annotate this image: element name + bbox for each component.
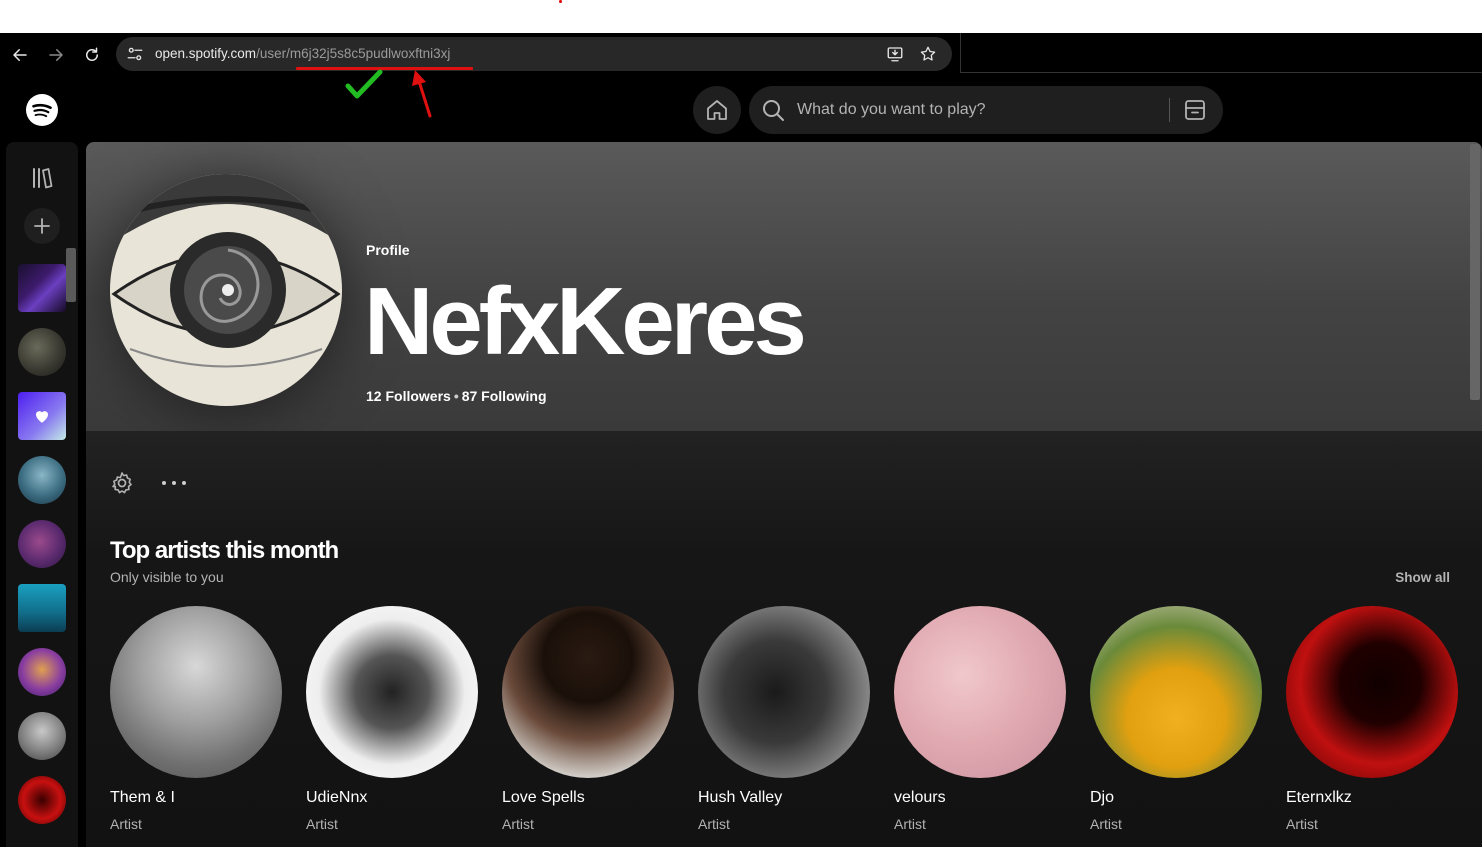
- search-icon: [763, 100, 784, 121]
- artist-card[interactable]: Hush Valley Artist: [698, 606, 874, 846]
- artist-image: [1090, 606, 1262, 778]
- artist-card[interactable]: Love Spells Artist: [502, 606, 678, 846]
- artist-image: [502, 606, 674, 778]
- library-item-artist[interactable]: [18, 712, 66, 760]
- artist-card[interactable]: UdieNnx Artist: [306, 606, 482, 846]
- eye-avatar-image: [110, 174, 342, 406]
- search-bar[interactable]: [749, 86, 1223, 134]
- stats-separator: •: [453, 388, 459, 404]
- artist-image: [110, 606, 282, 778]
- top-artists-row: Them & I Artist UdieNnx Artist Love Spel…: [110, 606, 1482, 846]
- show-all-link[interactable]: Show all: [1395, 570, 1450, 585]
- artist-name[interactable]: Hush Valley: [698, 789, 782, 807]
- green-checkmark-icon: [345, 69, 383, 99]
- library-item-artist[interactable]: [18, 456, 66, 504]
- library-item-artist[interactable]: [18, 328, 66, 376]
- artist-type: Artist: [1090, 816, 1122, 832]
- home-icon: [707, 100, 727, 120]
- main-scrollbar[interactable]: [1470, 144, 1480, 400]
- artist-name[interactable]: UdieNnx: [306, 789, 367, 807]
- address-bar[interactable]: open.spotify.com/user/m6j32j5s8c5pudlwox…: [116, 37, 952, 71]
- artist-type: Artist: [894, 816, 926, 832]
- artist-type: Artist: [1286, 816, 1318, 832]
- search-input[interactable]: [797, 98, 1157, 122]
- artist-card[interactable]: Eternxlkz Artist: [1286, 606, 1462, 846]
- artist-image: [698, 606, 870, 778]
- arrow-right-icon: [49, 49, 63, 61]
- library-icon[interactable]: [30, 166, 54, 190]
- artist-type: Artist: [306, 816, 338, 832]
- create-playlist-button[interactable]: [24, 208, 60, 244]
- artist-image: [1286, 606, 1458, 778]
- follow-stats: 12 Followers • 87 Following: [366, 388, 547, 404]
- heart-icon: [36, 411, 48, 423]
- library-item-liked-songs[interactable]: [18, 392, 66, 440]
- dot: [182, 481, 186, 485]
- artist-name[interactable]: Djo: [1090, 789, 1114, 807]
- followers-link[interactable]: 12 Followers: [366, 388, 451, 404]
- library-sidebar: [6, 142, 78, 847]
- section-title[interactable]: Top artists this month: [110, 537, 339, 565]
- search-divider: [1169, 98, 1170, 122]
- gear-icon[interactable]: [110, 471, 134, 495]
- dot: [162, 481, 166, 485]
- reload-icon: [86, 47, 98, 61]
- section-subtitle: Only visible to you: [110, 569, 224, 585]
- library-item-album[interactable]: [18, 584, 66, 632]
- spotify-logo-icon[interactable]: [26, 94, 58, 126]
- top-strip: [0, 0, 1482, 33]
- artist-name[interactable]: velours: [894, 789, 946, 807]
- artist-type: Artist: [110, 816, 142, 832]
- reload-button[interactable]: [78, 41, 106, 69]
- url-text[interactable]: open.spotify.com/user/m6j32j5s8c5pudlwox…: [155, 46, 450, 61]
- library-item-artist[interactable]: [18, 520, 66, 568]
- red-dot: [559, 0, 562, 3]
- red-arrow-icon: [412, 70, 432, 118]
- profile-content: Top artists this month Only visible to y…: [86, 431, 1482, 847]
- profile-name: NefxKeres: [364, 268, 807, 375]
- following-link[interactable]: 87 Following: [462, 388, 547, 404]
- main-view: Profile NefxKeres 12 Followers • 87 Follow…: [86, 142, 1482, 847]
- sidebar-scrollbar[interactable]: [66, 248, 76, 302]
- artist-card[interactable]: Them & I Artist: [110, 606, 286, 846]
- site-settings-icon[interactable]: [126, 45, 144, 63]
- browse-icon[interactable]: [1183, 98, 1207, 122]
- browser-extension-area: [960, 33, 1482, 73]
- artist-name[interactable]: Eternxlkz: [1286, 789, 1352, 807]
- back-button[interactable]: [6, 41, 34, 69]
- profile-avatar[interactable]: [110, 174, 342, 406]
- red-underline-annotation: [296, 67, 473, 70]
- bookmark-star-icon[interactable]: [919, 45, 937, 63]
- artist-card[interactable]: Djo Artist: [1090, 606, 1266, 846]
- artist-name[interactable]: Them & I: [110, 789, 175, 807]
- install-app-icon[interactable]: [886, 45, 904, 63]
- artist-type: Artist: [698, 816, 730, 832]
- artist-card[interactable]: velours Artist: [894, 606, 1070, 846]
- arrow-left-icon: [13, 49, 27, 61]
- artist-name[interactable]: Love Spells: [502, 789, 585, 807]
- more-options-button[interactable]: [160, 471, 188, 495]
- profile-header: Profile NefxKeres 12 Followers • 87 Follow…: [86, 142, 1482, 431]
- dot: [172, 481, 176, 485]
- home-button[interactable]: [693, 86, 741, 134]
- forward-button[interactable]: [42, 41, 70, 69]
- artist-image: [894, 606, 1066, 778]
- artist-image: [306, 606, 478, 778]
- library-item-playlist[interactable]: [18, 264, 66, 312]
- plus-icon: [34, 218, 50, 234]
- artist-type: Artist: [502, 816, 534, 832]
- library-item-artist[interactable]: [18, 648, 66, 696]
- browser-toolbar: open.spotify.com/user/m6j32j5s8c5pudlwox…: [0, 33, 1482, 77]
- library-item-artist[interactable]: [18, 776, 66, 824]
- profile-type-label: Profile: [366, 242, 410, 258]
